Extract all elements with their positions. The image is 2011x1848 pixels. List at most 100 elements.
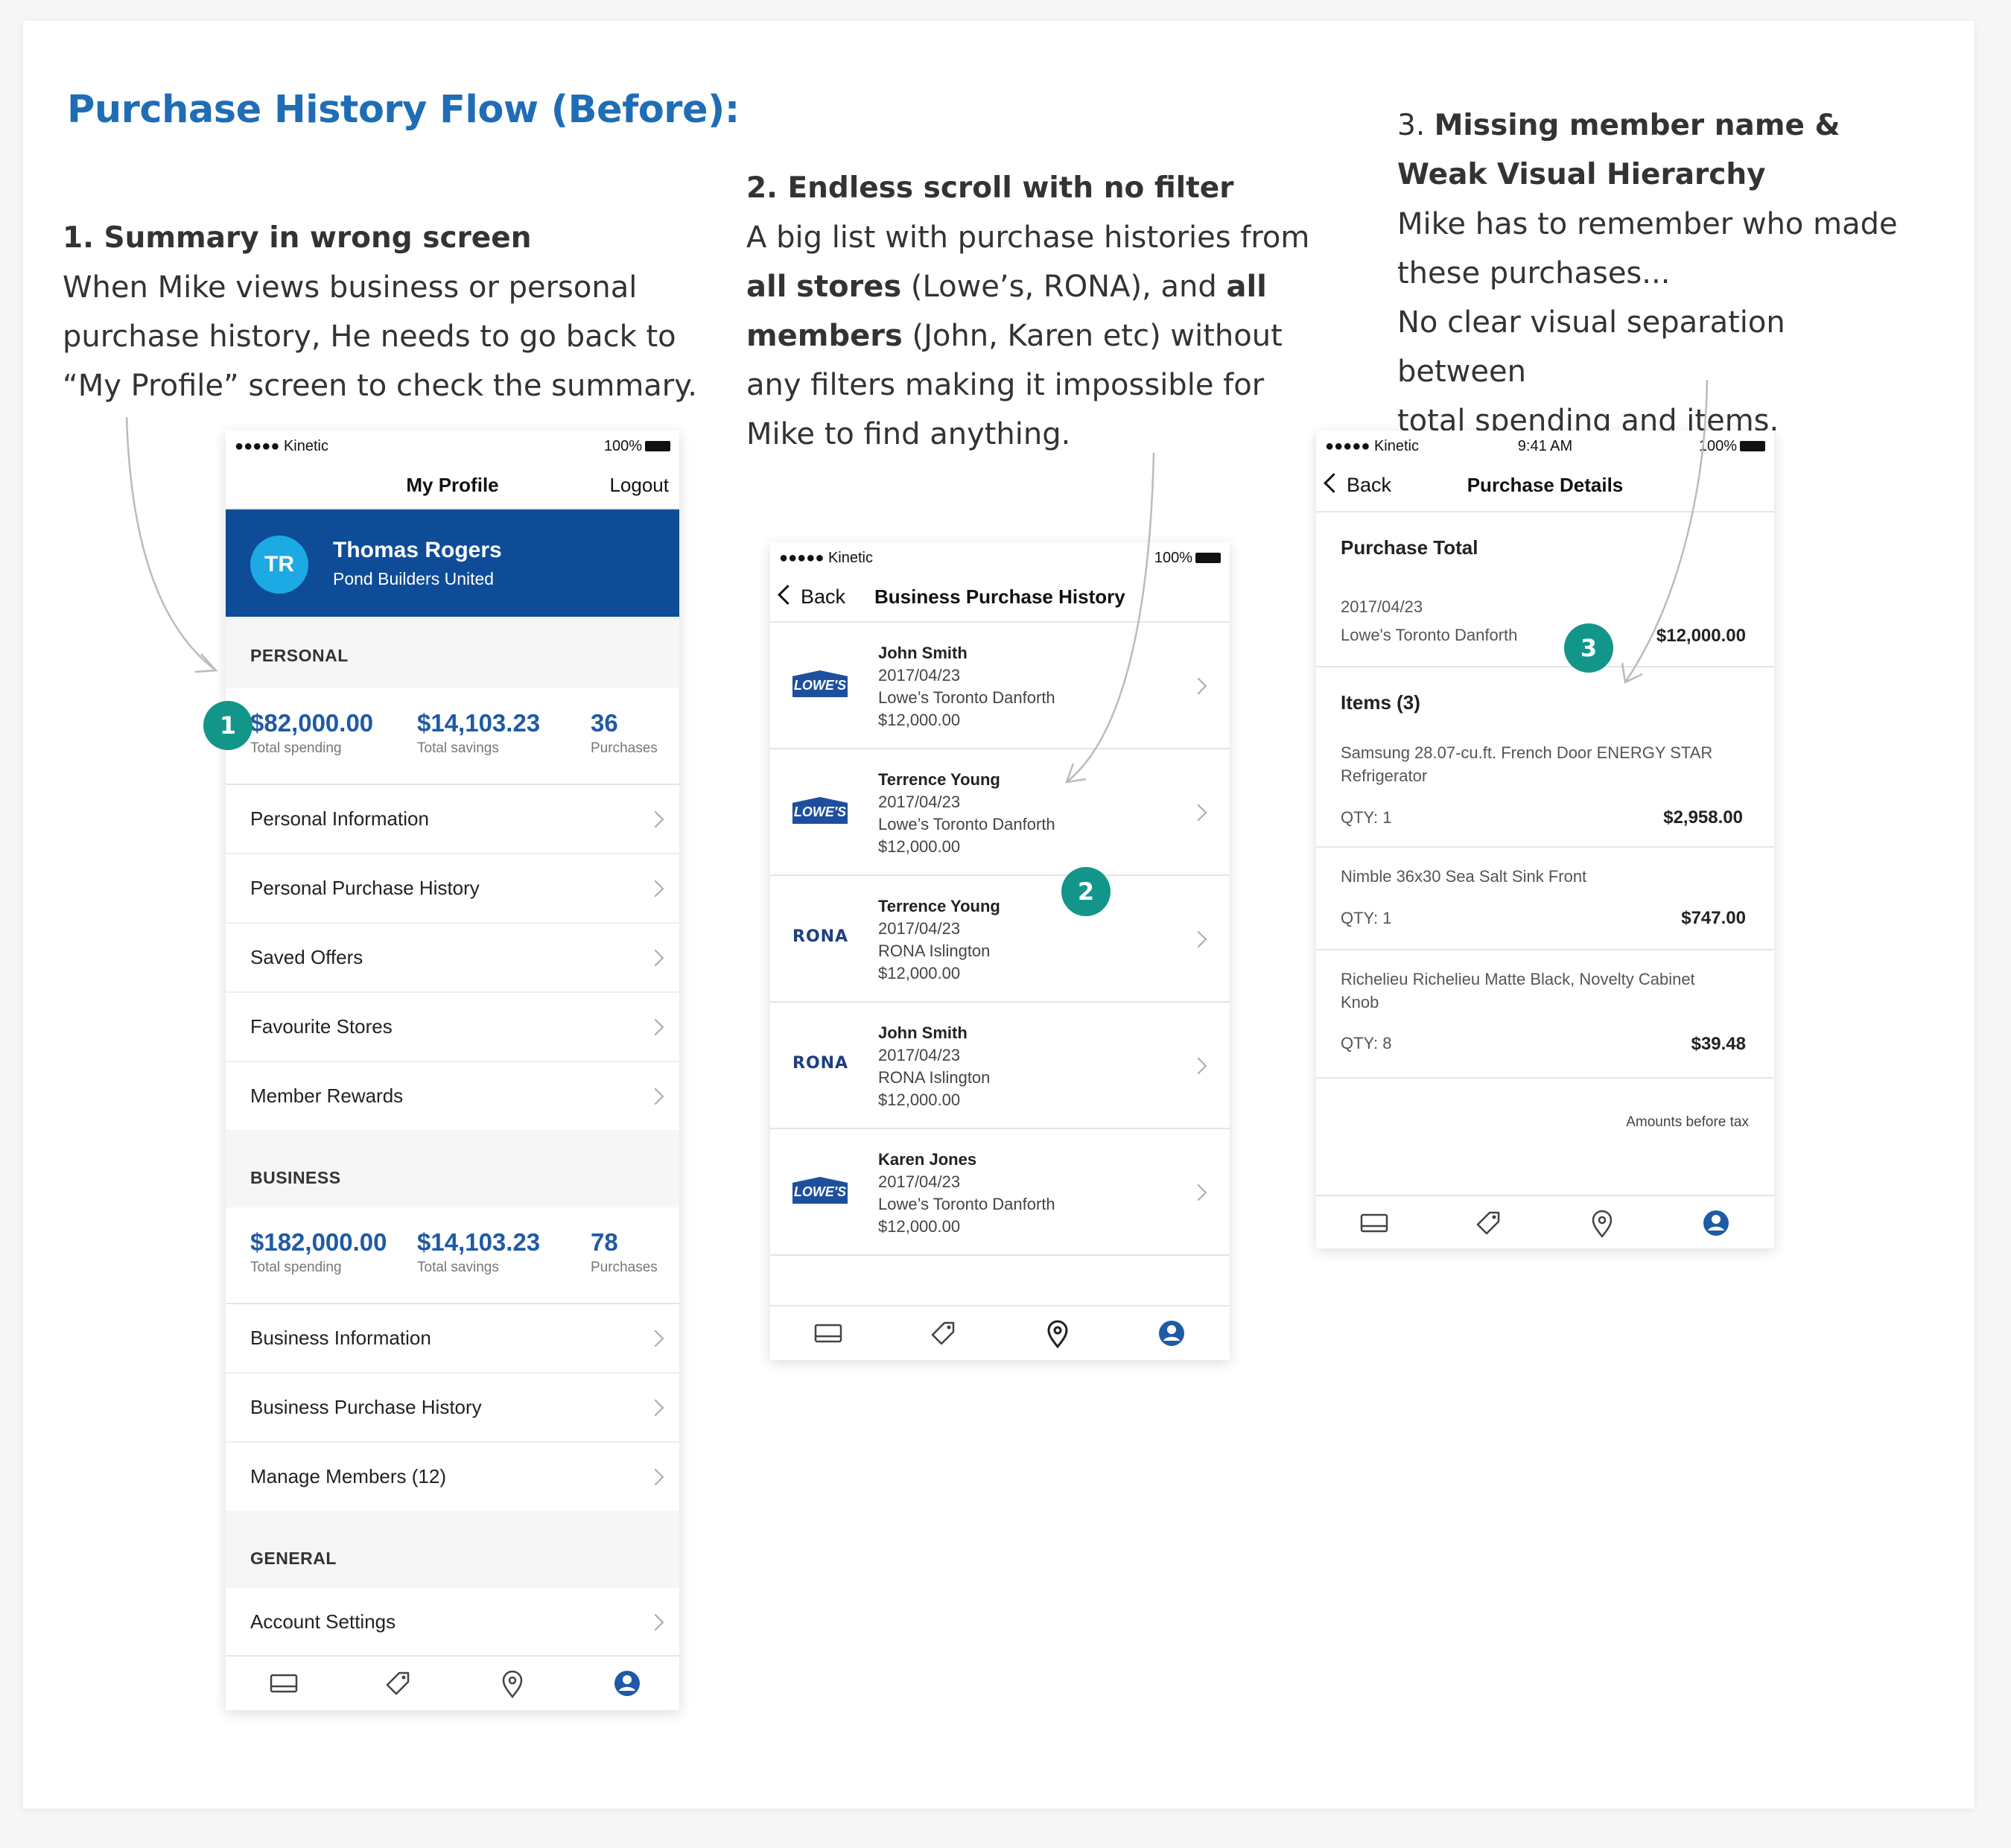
note-3-line: these purchases...	[1397, 256, 1671, 290]
store-name: Lowe’s Toronto Danforth	[878, 688, 1055, 707]
note-1-line: “My Profile” screen to check the summary…	[63, 369, 697, 403]
location-pin-icon[interactable]	[1041, 1317, 1074, 1350]
section-general: GENERAL	[226, 1511, 679, 1588]
item-qty: QTY: 8	[1341, 1034, 1392, 1052]
note-3: 3. Missing member name & Weak Visual Hie…	[1397, 101, 1919, 445]
item-name-cont: Refrigerator	[1341, 766, 1428, 785]
logout-button[interactable]: Logout	[609, 474, 669, 497]
list-item[interactable]: LOWE'S Terrence Young 2017/04/23 Lowe’s …	[770, 749, 1230, 876]
profile-icon[interactable]	[611, 1667, 644, 1700]
item-price: $2,958.00	[1663, 807, 1743, 828]
note-3-heading: 3. Missing member name & Weak Visual Hie…	[1397, 109, 1840, 191]
purchase-total-label: Purchase Total	[1341, 536, 1478, 559]
list-item[interactable]: LOWE'S Karen Jones 2017/04/23 Lowe’s Tor…	[770, 1129, 1230, 1256]
stat-total-savings: $14,103.23 Total savings	[417, 709, 541, 756]
nav-title: Business Purchase History	[874, 585, 1125, 608]
personal-summary: $82,000.00 Total spending $14,103.23 Total…	[226, 688, 679, 785]
section-personal: PERSONAL	[226, 617, 679, 688]
purchase-date: 2017/04/23	[878, 666, 961, 685]
row-saved-offers[interactable]: Saved Offers	[226, 924, 679, 993]
item-name: Richelieu Richelieu Matte Black, Novelty…	[1341, 970, 1695, 988]
purchase-amount: $12,000.00	[878, 1217, 961, 1236]
row-business-information[interactable]: Business Information	[226, 1304, 679, 1374]
purchase-amount: $12,000.00	[878, 711, 961, 729]
business-summary: $182,000.00 Total spending $14,103.23 Tota…	[226, 1207, 679, 1304]
item-name-cont: Knob	[1341, 993, 1379, 1012]
purchase-amount: $12,000.00	[878, 1090, 961, 1109]
details-phone: ●●●●● Kinetic 9:41 AM 100% Back Purchase…	[1316, 431, 1774, 1248]
purchase-total-section: Purchase Total 2017/04/23 Lowe's Toronto…	[1316, 512, 1774, 667]
tag-icon[interactable]	[1472, 1207, 1505, 1239]
chevron-right-icon	[646, 1399, 664, 1417]
purchase-date: 2017/04/23	[878, 1172, 961, 1191]
details-navbar: Back Purchase Details	[1316, 460, 1774, 512]
note-1-line: When Mike views business or personal	[63, 270, 638, 305]
note-1: 1. Summary in wrong screen When Mike vie…	[63, 214, 703, 410]
back-button[interactable]: Back	[778, 585, 845, 609]
list-item[interactable]: RONA John Smith 2017/04/23 RONA Islingto…	[770, 1003, 1230, 1129]
badge-1: 1	[203, 701, 252, 750]
tag-icon[interactable]	[381, 1667, 414, 1700]
card-icon[interactable]	[1358, 1207, 1391, 1239]
stat-purchases: 36 Purchases	[591, 709, 658, 756]
chevron-right-icon	[1189, 1057, 1207, 1075]
list-item[interactable]: LOWE'S John Smith 2017/04/23 Lowe’s Toro…	[770, 623, 1230, 749]
stat-total-spending: $82,000.00 Total spending	[250, 709, 374, 756]
history-navbar: Back Business Purchase History	[770, 572, 1230, 623]
chevron-right-icon	[1189, 677, 1207, 695]
carrier-signal: ●●●●● Kinetic	[235, 438, 328, 454]
item-row: Richelieu Richelieu Matte Black, Novelty…	[1316, 950, 1774, 1079]
stat-total-savings: $14,103.23 Total savings	[417, 1228, 541, 1275]
tag-icon[interactable]	[927, 1317, 959, 1350]
chevron-right-icon	[1189, 930, 1207, 948]
member-name: Terrence Young	[878, 770, 1000, 789]
store-name: RONA Islington	[878, 1068, 991, 1087]
status-bar: ●●●●● Kinetic 100%	[770, 542, 1230, 572]
lowes-logo: LOWE'S	[792, 1177, 848, 1204]
note-1-line: purchase history, He needs to go back to	[63, 320, 676, 354]
rona-logo: RONA	[792, 1054, 849, 1073]
store-name: RONA Islington	[878, 942, 991, 960]
profile-icon[interactable]	[1155, 1317, 1188, 1350]
chevron-right-icon	[646, 1613, 664, 1631]
item-price: $747.00	[1681, 908, 1746, 928]
profile-header: TR Thomas Rogers Pond Builders United	[226, 509, 679, 617]
battery-icon	[1195, 553, 1221, 563]
member-name: Terrence Young	[878, 897, 1000, 915]
location-pin-icon[interactable]	[496, 1667, 529, 1700]
battery-icon	[645, 441, 670, 451]
purchase-amount: $12,000.00	[878, 837, 961, 856]
card-icon[interactable]	[812, 1317, 845, 1350]
item-row: Items (3) Samsung 28.07-cu.ft. French Do…	[1316, 667, 1774, 848]
row-business-purchase-history[interactable]: Business Purchase History	[226, 1374, 679, 1443]
note-2-body: A big list with purchase histories from …	[746, 220, 1310, 451]
row-personal-information[interactable]: Personal Information	[226, 785, 679, 854]
purchase-date: 2017/04/23	[1341, 597, 1423, 616]
store-name: Lowe’s Toronto Danforth	[878, 815, 1055, 833]
location-pin-icon[interactable]	[1586, 1207, 1618, 1239]
profile-icon[interactable]	[1700, 1207, 1732, 1239]
purchase-date: 2017/04/23	[878, 793, 961, 811]
carrier-signal: ●●●●● Kinetic	[779, 550, 873, 566]
card-icon[interactable]	[267, 1667, 300, 1700]
row-personal-purchase-history[interactable]: Personal Purchase History	[226, 854, 679, 924]
chevron-right-icon	[646, 1018, 664, 1036]
item-row: Nimble 36x30 Sea Salt Sink Front QTY: 1 …	[1316, 848, 1774, 950]
tax-note: Amounts before tax	[1626, 1114, 1749, 1130]
row-account-settings[interactable]: Account Settings	[226, 1588, 679, 1656]
chevron-right-icon	[1189, 804, 1207, 822]
member-name: Karen Jones	[878, 1150, 977, 1169]
list-item[interactable]: RONA Terrence Young 2017/04/23 RONA Isli…	[770, 876, 1230, 1003]
purchase-total-amount: $12,000.00	[1656, 626, 1746, 646]
row-manage-members[interactable]: Manage Members (12)	[226, 1443, 679, 1511]
note-2-heading: 2. Endless scroll with no filter	[746, 171, 1234, 205]
item-qty: QTY: 1	[1341, 909, 1392, 927]
battery-indicator: 100%	[604, 438, 670, 455]
row-member-rewards[interactable]: Member Rewards	[226, 1062, 679, 1130]
row-favourite-stores[interactable]: Favourite Stores	[226, 993, 679, 1062]
nav-title: Purchase Details	[1467, 474, 1624, 496]
chevron-right-icon	[646, 949, 664, 967]
member-name: John Smith	[878, 1023, 968, 1042]
section-business: BUSINESS	[226, 1130, 679, 1207]
badge-3: 3	[1564, 623, 1613, 673]
